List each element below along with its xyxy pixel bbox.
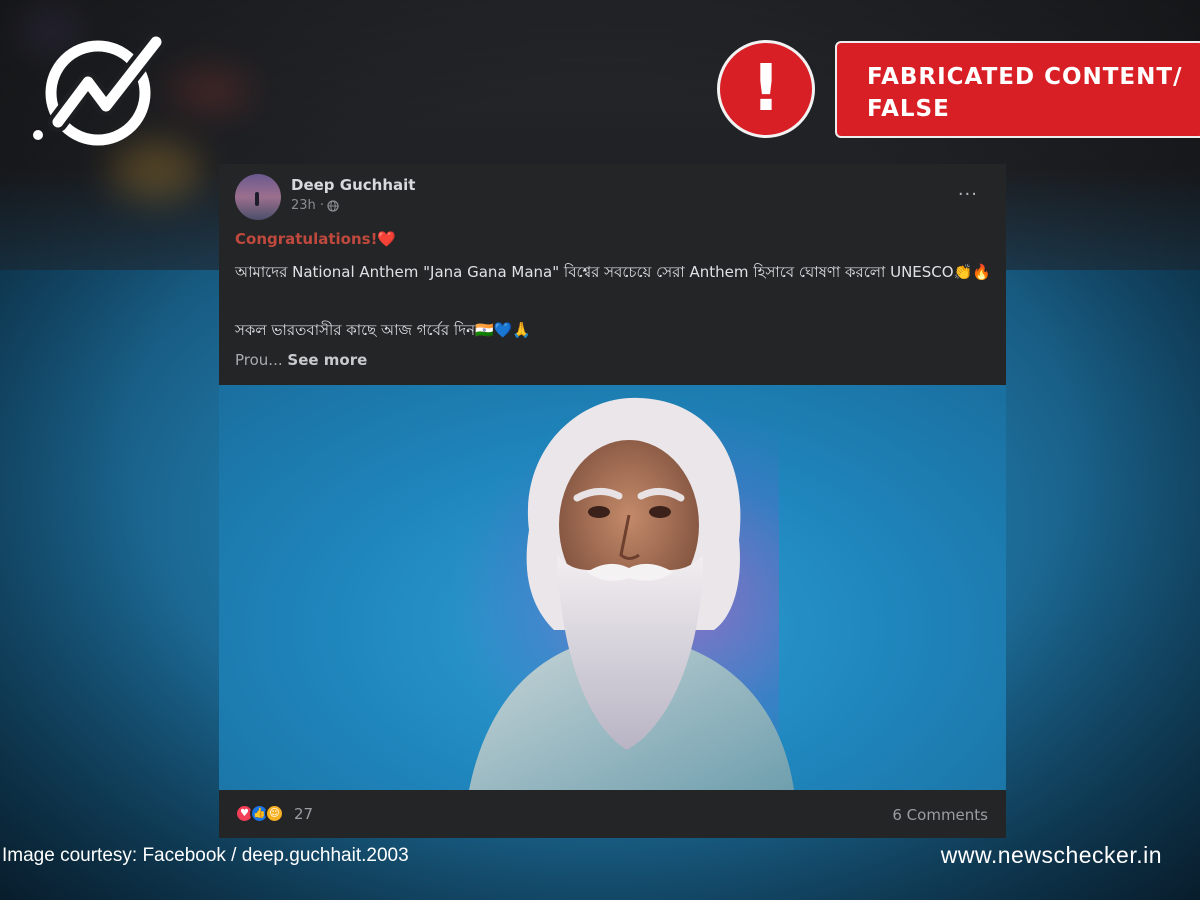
avatar[interactable] [235, 174, 281, 220]
exclamation-icon: ! [717, 40, 815, 138]
post-meta: 23h · [291, 198, 339, 213]
post-congrats: Congratulations!❤️ [235, 230, 397, 248]
post-author[interactable]: Deep Guchhait [291, 176, 415, 194]
reactions-summary[interactable]: ♥ 👍 ☺ 27 [235, 804, 313, 823]
post-footer: ♥ 👍 ☺ 27 6 Comments [219, 790, 1006, 838]
image-courtesy-caption: Image courtesy: Facebook / deep.guchhait… [2, 845, 409, 866]
portrait-illustration [469, 397, 794, 790]
see-more-link[interactable]: See more [287, 351, 367, 369]
post-text-line-2: সকল ভারতবাসীর কাছে আজ গর্বের দিন🇮🇳💙🙏 [235, 321, 532, 339]
reaction-count: 27 [294, 804, 314, 823]
post-truncated-text: Prou... [235, 351, 283, 369]
more-options-icon[interactable]: ··· [958, 184, 978, 205]
post-image[interactable] [219, 385, 1006, 790]
site-url: www.newschecker.in [940, 842, 1162, 868]
post-time[interactable]: 23h · [291, 198, 324, 213]
globe-icon [327, 199, 339, 212]
post-text-line-1: আমাদের National Anthem "Jana Gana Mana" … [235, 263, 991, 281]
verdict-line-1: FABRICATED CONTENT/ [867, 64, 1183, 90]
verdict-line-2: FALSE [867, 96, 950, 122]
verdict-label: FABRICATED CONTENT/ FALSE [835, 41, 1200, 138]
post-header: Deep Guchhait 23h · ··· Congratulations!… [219, 164, 1006, 385]
post-truncated: Prou... See more [235, 351, 367, 369]
comments-count-link[interactable]: 6 Comments [892, 806, 988, 824]
care-icon: ☺ [265, 804, 284, 823]
newschecker-logo-icon [33, 32, 165, 146]
